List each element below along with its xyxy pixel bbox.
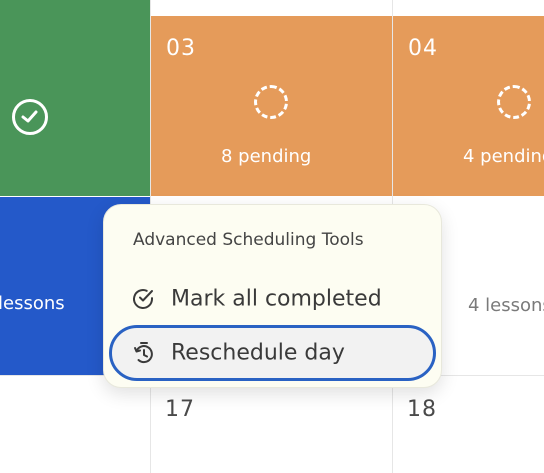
menu-item-label: Mark all completed — [171, 286, 382, 312]
lessons-count: lessons — [0, 293, 65, 314]
day-cell-17[interactable]: 17 — [151, 376, 392, 473]
day-cell-18[interactable]: 18 — [393, 376, 544, 473]
popover-title: Advanced Scheduling Tools — [133, 230, 364, 250]
day-cell-04[interactable]: 04 4 pending — [393, 16, 544, 196]
check-circle-icon — [12, 99, 48, 135]
day-cell-03[interactable]: 03 8 pending — [151, 16, 392, 196]
pending-count: 4 pending — [463, 146, 544, 167]
lessons-count: 4 lessons — [468, 295, 544, 316]
pending-dashed-circle-icon — [497, 85, 531, 119]
day-number: 03 — [166, 36, 196, 61]
menu-item-label: Reschedule day — [171, 340, 345, 366]
day-number: 04 — [408, 36, 438, 61]
reschedule-clock-icon — [132, 341, 156, 365]
calendar-viewport: 03 8 pending 04 4 pending lessons 4 less… — [0, 0, 544, 473]
scheduling-tools-popover: Advanced Scheduling Tools Mark all compl… — [103, 204, 442, 388]
reschedule-day-button[interactable]: Reschedule day — [109, 325, 436, 381]
mark-all-completed-button[interactable]: Mark all completed — [109, 271, 436, 327]
day-number: 17 — [165, 397, 195, 422]
day-number: 18 — [407, 397, 437, 422]
pending-count: 8 pending — [221, 146, 312, 167]
pending-dashed-circle-icon — [254, 85, 288, 119]
check-circle-icon — [131, 287, 155, 311]
day-cell-completed[interactable] — [0, 0, 150, 196]
